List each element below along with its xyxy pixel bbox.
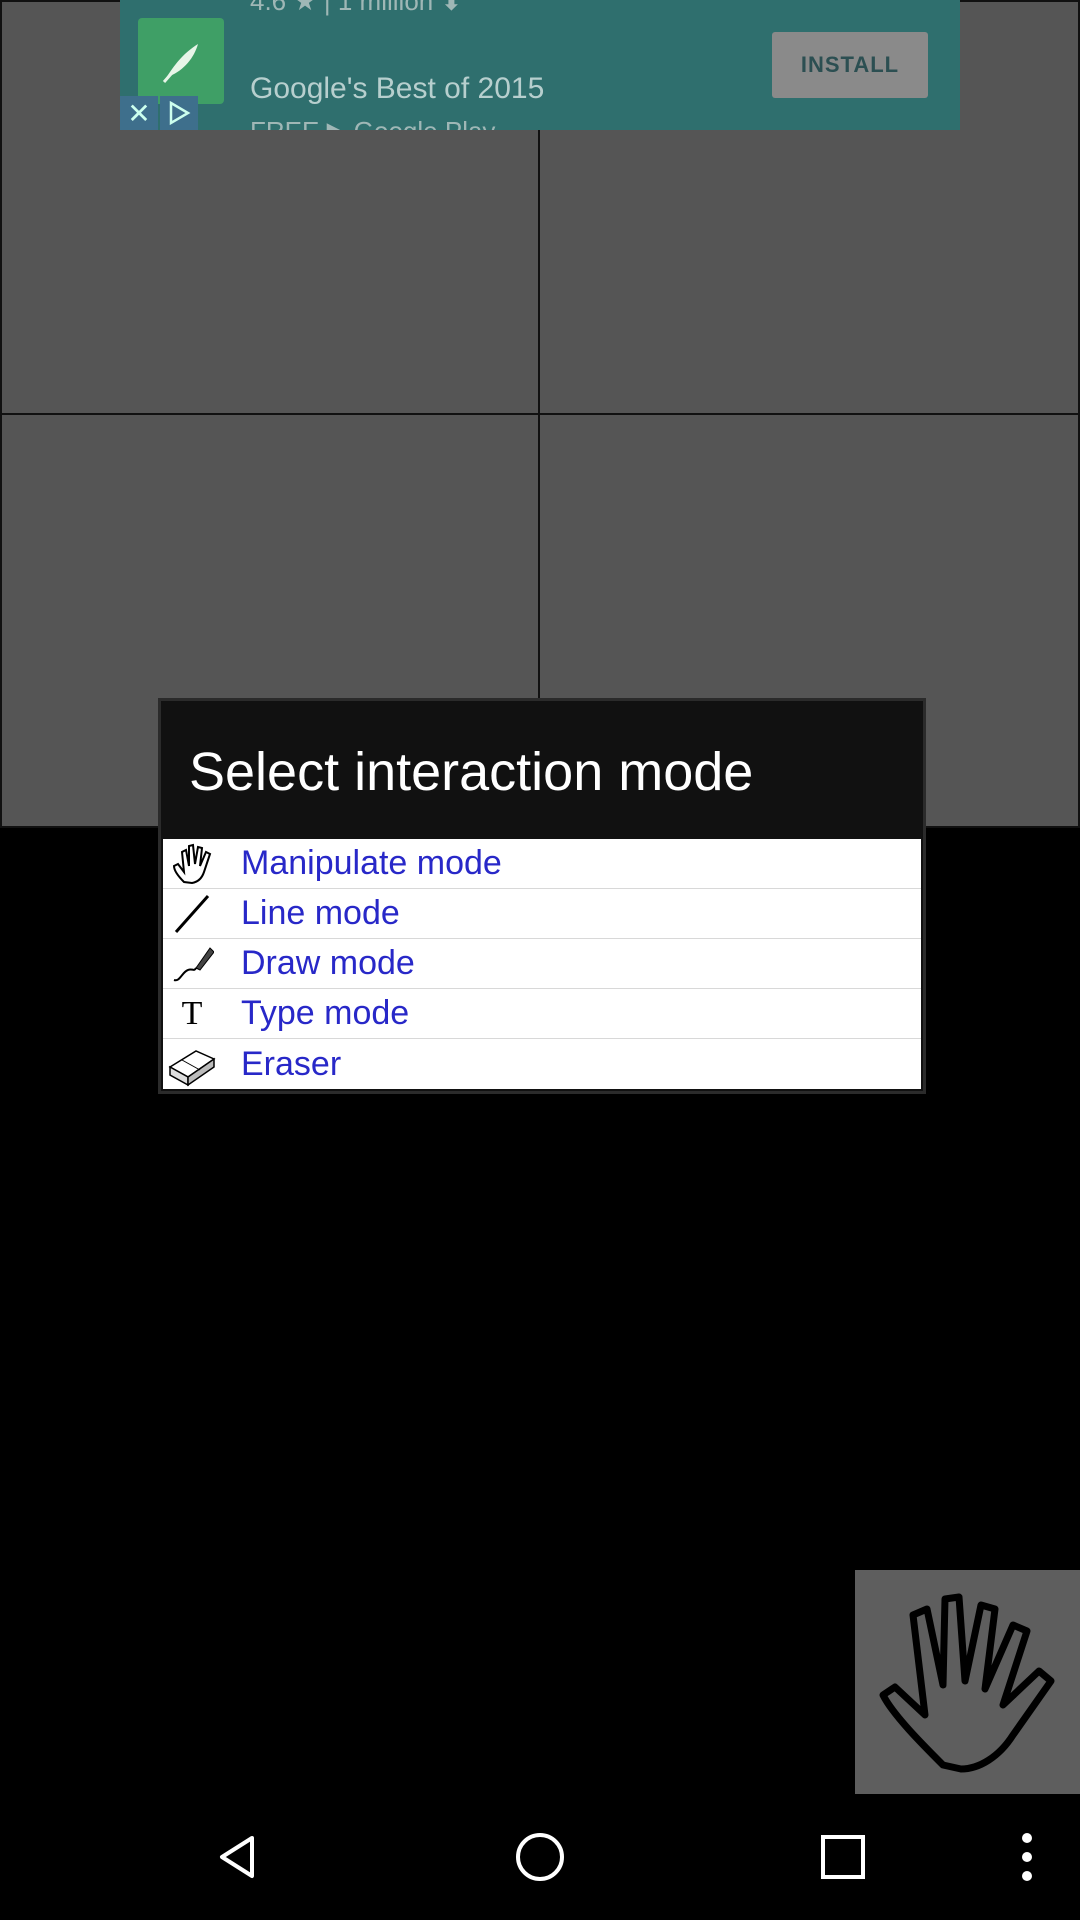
home-button[interactable] bbox=[495, 1814, 585, 1904]
manipulate-tool-button[interactable] bbox=[855, 1570, 1080, 1794]
menu-item-label: Type mode bbox=[241, 994, 410, 1032]
back-icon bbox=[212, 1832, 262, 1887]
text-icon: T bbox=[181, 994, 203, 1032]
back-button[interactable] bbox=[192, 1814, 282, 1904]
home-icon bbox=[513, 1830, 567, 1889]
hand-icon bbox=[873, 1585, 1063, 1780]
close-icon[interactable]: ✕ bbox=[120, 96, 158, 130]
menu-item-label: Manipulate mode bbox=[241, 844, 502, 882]
recents-button[interactable] bbox=[798, 1814, 888, 1904]
feather-icon bbox=[138, 18, 224, 104]
pen-icon bbox=[167, 939, 217, 989]
menu-item-label: Eraser bbox=[241, 1044, 342, 1083]
system-navigation-bar bbox=[0, 1794, 1080, 1920]
ad-rating: 4.6 ★ | 1 million ⬇ bbox=[250, 0, 463, 16]
menu-item-type[interactable]: T Type mode bbox=[163, 989, 921, 1039]
adchoices-icon[interactable] bbox=[160, 96, 198, 130]
recents-icon bbox=[819, 1833, 867, 1886]
install-button[interactable]: INSTALL bbox=[772, 32, 928, 98]
menu-item-eraser[interactable]: Eraser bbox=[163, 1039, 921, 1089]
ad-subtitle: FREE ▶ Google Play bbox=[250, 116, 495, 130]
menu-item-line[interactable]: Line mode bbox=[163, 889, 921, 939]
menu-item-draw[interactable]: Draw mode bbox=[163, 939, 921, 989]
overflow-menu-button[interactable] bbox=[982, 1814, 1072, 1904]
interaction-mode-dialog: Select interaction mode Manipulate mode … bbox=[158, 698, 926, 1094]
menu-item-manipulate[interactable]: Manipulate mode bbox=[163, 839, 921, 889]
menu-item-label: Draw mode bbox=[241, 944, 415, 982]
ad-banner[interactable]: 4.6 ★ | 1 million ⬇ Google's Best of 201… bbox=[120, 0, 960, 130]
eraser-icon bbox=[167, 1039, 217, 1089]
dialog-title: Select interaction mode bbox=[189, 742, 754, 802]
more-vert-icon bbox=[1017, 1830, 1037, 1889]
hand-icon bbox=[167, 839, 217, 889]
line-icon bbox=[167, 889, 217, 939]
ad-title: Google's Best of 2015 bbox=[250, 72, 545, 105]
menu-item-label: Line mode bbox=[241, 894, 400, 932]
mode-list: Manipulate mode Line mode Draw mode T Ty… bbox=[163, 839, 921, 1089]
